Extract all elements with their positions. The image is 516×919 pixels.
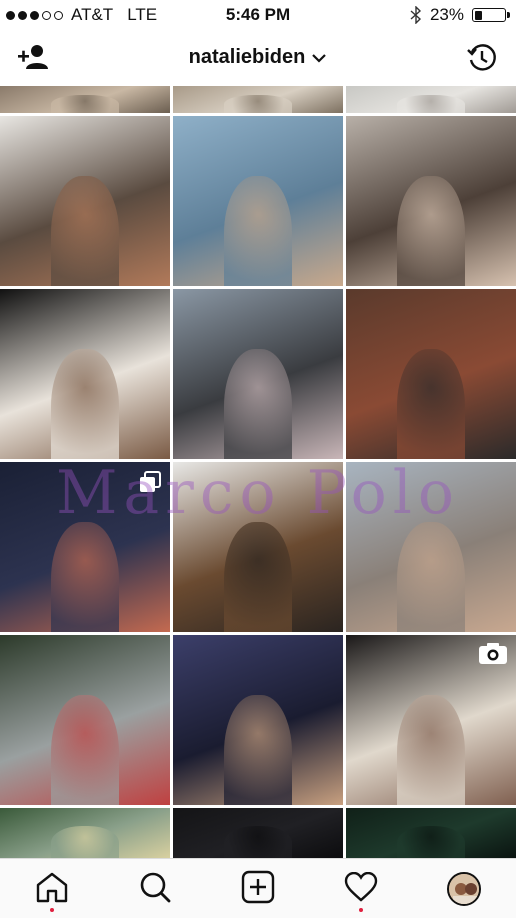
tab-profile[interactable] bbox=[412, 859, 515, 919]
photo-content bbox=[397, 175, 465, 286]
photo-content bbox=[397, 521, 465, 632]
post-hair-back[interactable] bbox=[173, 462, 343, 632]
video-camera-icon bbox=[478, 643, 508, 670]
battery-percent: 23% bbox=[429, 5, 464, 24]
photo-content bbox=[51, 825, 119, 858]
photo-content bbox=[397, 95, 465, 113]
archive-button[interactable] bbox=[466, 42, 498, 74]
chevron-down-icon bbox=[311, 46, 327, 69]
username-label: nataliebiden bbox=[188, 46, 306, 68]
photo-content bbox=[51, 175, 119, 286]
multiple-photos-icon bbox=[138, 470, 162, 499]
heart-icon bbox=[344, 871, 378, 907]
search-icon bbox=[139, 871, 171, 908]
photo-content bbox=[51, 348, 119, 459]
photo-content bbox=[224, 175, 292, 286]
photo-content bbox=[397, 694, 465, 805]
bluetooth-icon bbox=[410, 6, 421, 24]
post-striped-wall[interactable] bbox=[0, 289, 170, 459]
post-porch-girls[interactable] bbox=[0, 116, 170, 286]
add-post-icon bbox=[241, 870, 275, 909]
photo-content bbox=[51, 521, 119, 632]
tab-search[interactable] bbox=[103, 859, 206, 919]
username-switcher[interactable]: nataliebiden bbox=[0, 46, 516, 69]
photo-content bbox=[224, 825, 292, 858]
notification-dot bbox=[49, 908, 54, 912]
post-partial-3[interactable] bbox=[346, 86, 516, 113]
photo-content bbox=[224, 95, 292, 113]
photo-content bbox=[51, 694, 119, 805]
post-beach-dance[interactable] bbox=[173, 116, 343, 286]
post-porch-night[interactable] bbox=[346, 289, 516, 459]
battery-icon bbox=[472, 8, 510, 22]
photo-content bbox=[51, 95, 119, 113]
post-partial-4[interactable] bbox=[0, 808, 170, 858]
post-partial-1[interactable] bbox=[0, 86, 170, 113]
photo-content bbox=[224, 348, 292, 459]
post-trees-group[interactable] bbox=[0, 635, 170, 805]
post-video-party[interactable] bbox=[346, 635, 516, 805]
post-partial-2[interactable] bbox=[173, 86, 343, 113]
post-beach-sit[interactable] bbox=[346, 462, 516, 632]
status-bar: AT&T LTE 5:46 PM 23% bbox=[0, 0, 516, 30]
photo-content bbox=[397, 825, 465, 858]
post-grid bbox=[0, 86, 516, 858]
tab-activity[interactable] bbox=[309, 859, 412, 919]
photo-content bbox=[224, 694, 292, 805]
post-deck-sunset[interactable] bbox=[173, 289, 343, 459]
tab-home[interactable] bbox=[0, 859, 103, 919]
post-partial-6[interactable] bbox=[346, 808, 516, 858]
notification-dot bbox=[358, 908, 363, 912]
home-icon bbox=[35, 871, 69, 908]
profile-avatar-icon bbox=[446, 872, 481, 906]
post-partial-5[interactable] bbox=[173, 808, 343, 858]
photo-content bbox=[397, 348, 465, 459]
profile-header: nataliebiden bbox=[0, 30, 516, 86]
post-three-girls[interactable] bbox=[346, 116, 516, 286]
photo-content bbox=[224, 521, 292, 632]
post-rain-night[interactable] bbox=[0, 462, 170, 632]
status-right: 23% bbox=[410, 5, 510, 25]
post-night-hug[interactable] bbox=[173, 635, 343, 805]
tab-add[interactable] bbox=[206, 859, 309, 919]
bottom-tab-bar bbox=[0, 858, 516, 918]
history-icon bbox=[467, 44, 496, 71]
